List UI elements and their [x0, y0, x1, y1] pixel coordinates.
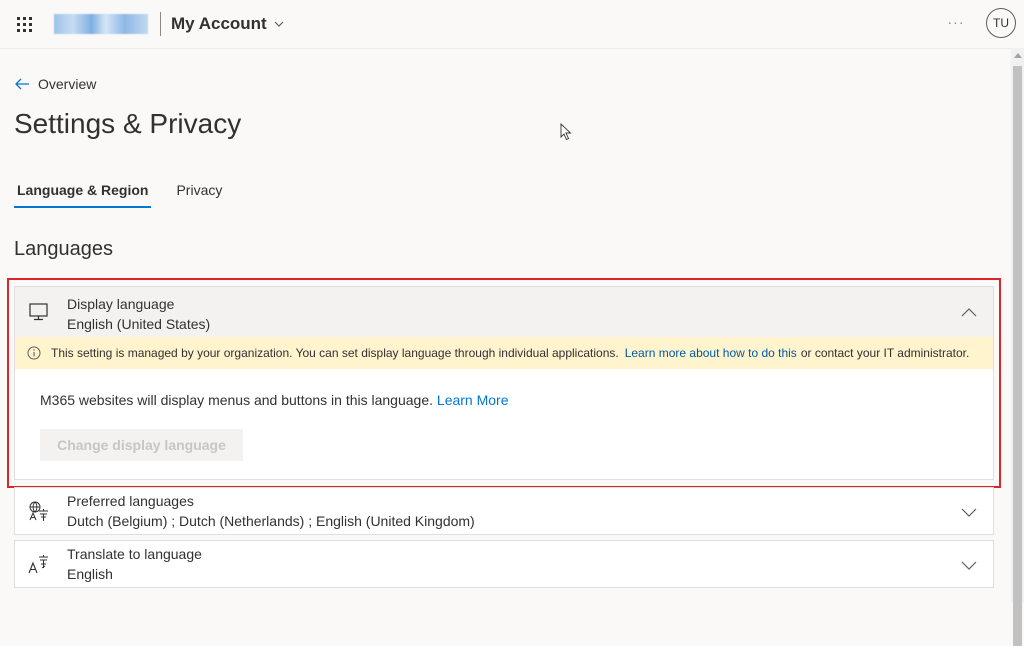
app-launcher-button[interactable]	[0, 0, 48, 48]
preferred-languages-title: Preferred languages	[67, 493, 194, 509]
settings-tabs: Language & Region Privacy	[14, 176, 247, 208]
back-link-label: Overview	[38, 76, 97, 92]
header-divider	[160, 12, 161, 36]
mouse-pointer-icon	[560, 123, 572, 141]
preferred-languages-card[interactable]: Preferred languages Dutch (Belgium) ; Du…	[14, 487, 994, 535]
chevron-down-icon	[274, 21, 284, 27]
globe-language-icon	[29, 501, 48, 521]
scroll-up-icon[interactable]	[1014, 53, 1022, 58]
tab-privacy[interactable]: Privacy	[173, 176, 225, 208]
arrow-left-icon	[15, 78, 29, 90]
chevron-down-icon[interactable]	[961, 504, 977, 520]
translate-language-title: Translate to language	[67, 546, 202, 562]
organization-logo[interactable]	[54, 14, 148, 34]
page-title: Settings & Privacy	[14, 108, 242, 139]
page-scrollbar[interactable]	[1011, 48, 1024, 646]
app-title-menu[interactable]: My Account	[171, 14, 285, 34]
chevron-down-icon[interactable]	[961, 557, 977, 573]
waffle-icon	[16, 16, 32, 32]
tab-language-region[interactable]: Language & Region	[14, 176, 152, 208]
preferred-languages-value: Dutch (Belgium) ; Dutch (Netherlands) ; …	[67, 513, 475, 529]
avatar[interactable]: TU	[986, 8, 1016, 38]
more-options-button[interactable]: ···	[944, 12, 968, 36]
translate-language-value: English	[67, 566, 113, 582]
highlight-annotation-box	[7, 278, 1001, 488]
top-bar: My Account	[0, 0, 1024, 49]
translate-language-card[interactable]: Translate to language English	[14, 540, 994, 588]
translate-icon	[28, 555, 48, 574]
back-to-overview-link[interactable]: Overview	[14, 76, 96, 92]
app-title-label: My Account	[171, 14, 267, 33]
section-title-languages: Languages	[14, 238, 113, 260]
scrollbar-thumb[interactable]	[1013, 66, 1022, 646]
